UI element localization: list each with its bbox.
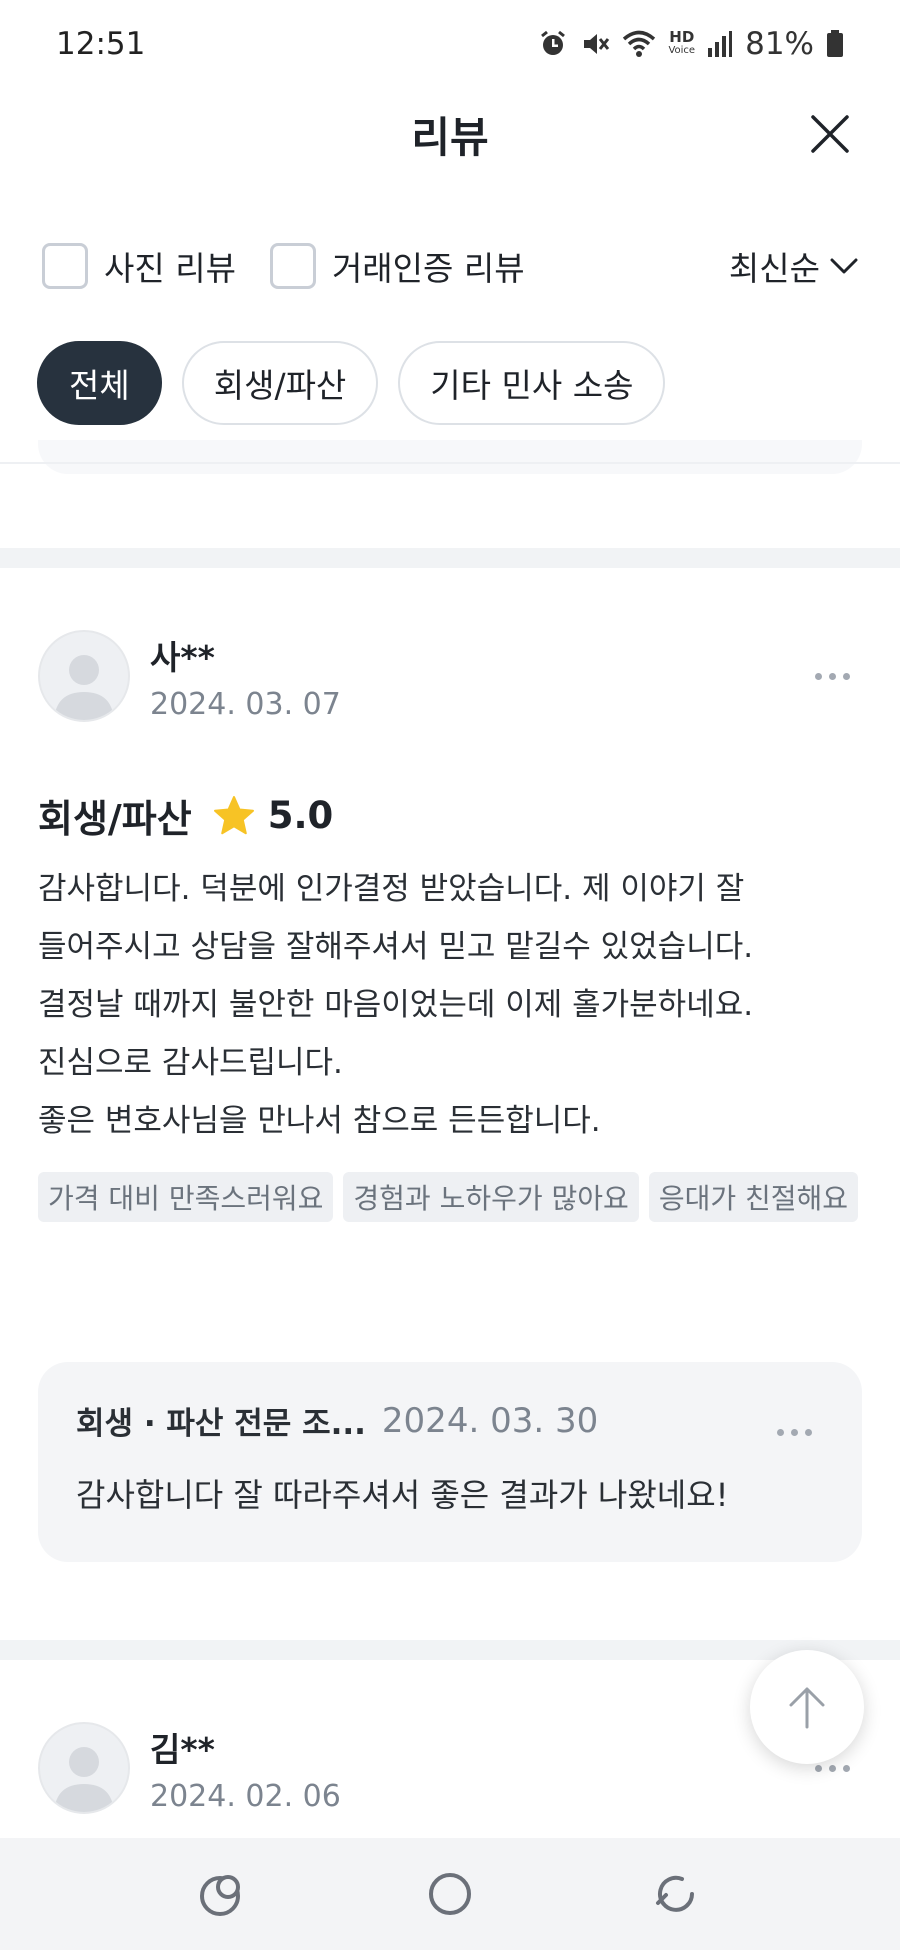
review-line: 들어주시고 상담을 잘해주셔서 믿고 맡길수 있었습니다. xyxy=(38,929,754,965)
photo-review-filter[interactable]: 사진 리뷰 xyxy=(42,242,236,290)
reply-author: 회생 · 파산 전문 조... xyxy=(76,1406,366,1442)
sort-label: 최신순 xyxy=(728,249,820,288)
review-line: 감사합니다. 덕분에 인가결정 받았습니다. 제 이야기 잘 xyxy=(38,871,745,907)
more-options-button[interactable] xyxy=(802,656,862,696)
review-tag: 응대가 친절해요 xyxy=(648,1172,859,1222)
reply-text: 감사합니다 잘 따라주셔서 좋은 결과가 나왔네요! xyxy=(76,1476,729,1514)
battery-percent: 81% xyxy=(745,26,814,62)
review-date: 2024. 02. 06 xyxy=(150,1778,341,1814)
rating-value: 5.0 xyxy=(267,794,334,837)
section-divider xyxy=(0,1640,900,1660)
page-title: 리뷰 xyxy=(411,112,489,162)
avatar xyxy=(38,630,130,722)
verified-review-label: 거래인증 리뷰 xyxy=(331,249,525,288)
review-card: 사** 2024. 03. 07 회생/파산 5.0 감사합니다. 덕분에 인가… xyxy=(0,630,900,1640)
hd-voice-icon: HD Voice xyxy=(668,28,696,57)
review-line: 좋은 변호사님을 만나서 참으로 든든합니다. xyxy=(38,1103,601,1139)
review-title-row: 회생/파산 5.0 xyxy=(38,788,333,843)
status-time: 12:51 xyxy=(56,26,146,62)
review-line: 진심으로 감사드립니다. xyxy=(38,1045,343,1081)
close-icon xyxy=(811,115,849,153)
reply-date: 2024. 03. 30 xyxy=(381,1400,599,1441)
review-date: 2024. 03. 07 xyxy=(150,686,341,722)
reply-box: 회생 · 파산 전문 조... 2024. 03. 30 감사합니다 잘 따라주… xyxy=(38,1362,862,1562)
more-dot-icon xyxy=(842,1764,850,1772)
alarm-icon xyxy=(541,30,566,55)
more-dot-icon xyxy=(842,672,850,680)
wifi-icon xyxy=(623,30,656,57)
signal-icon xyxy=(708,31,733,57)
reviewer-meta: 김** 2024. 02. 06 xyxy=(150,1723,341,1814)
verified-review-filter[interactable]: 거래인증 리뷰 xyxy=(269,242,525,290)
reply-more-options-button[interactable] xyxy=(764,1412,824,1452)
more-dot-icon xyxy=(790,1428,798,1436)
photo-review-checkbox[interactable] xyxy=(42,243,88,289)
review-tags: 가격 대비 만족스러워요 경험과 노하우가 많아요 응대가 친절해요 xyxy=(38,1172,868,1222)
back-button[interactable] xyxy=(642,1859,712,1929)
close-button[interactable] xyxy=(800,104,860,164)
status-bar: 12:51 HD Voice 81% xyxy=(0,0,900,88)
home-icon xyxy=(428,1873,471,1915)
more-dot-icon xyxy=(776,1428,784,1436)
chip-rehabilitation-bankruptcy[interactable]: 회생/파산 xyxy=(181,341,379,425)
review-tag: 경험과 노하우가 많아요 xyxy=(343,1172,639,1222)
category-chips: 전체 회생/파산 기타 민사 소송 xyxy=(0,340,900,426)
sort-dropdown[interactable]: 최신순 xyxy=(729,242,858,290)
rating: 5.0 xyxy=(212,794,334,837)
more-dot-icon xyxy=(828,1764,836,1772)
reviewer-row: 사** 2024. 03. 07 xyxy=(38,630,862,722)
more-dot-icon xyxy=(804,1428,812,1436)
navigation-bar xyxy=(0,1838,900,1950)
more-dot-icon xyxy=(814,672,822,680)
more-dot-icon xyxy=(814,1764,822,1772)
star-icon xyxy=(213,795,254,834)
reviewer-meta: 사** 2024. 03. 07 xyxy=(150,631,341,722)
arrow-up-icon xyxy=(789,1687,825,1729)
scroll-to-top-button[interactable] xyxy=(750,1650,864,1764)
chip-civil-litigation[interactable]: 기타 민사 소송 xyxy=(398,341,666,425)
verified-review-checkbox[interactable] xyxy=(269,243,316,289)
recent-apps-button[interactable] xyxy=(188,1859,258,1929)
filter-row: 사진 리뷰 거래인증 리뷰 최신순 xyxy=(0,232,900,300)
review-tag: 가격 대비 만족스러워요 xyxy=(38,1172,334,1222)
avatar xyxy=(38,1722,130,1814)
mute-icon xyxy=(584,34,610,54)
reviewer-name: 사** xyxy=(150,637,215,677)
user-icon xyxy=(54,655,114,720)
recent-apps-icon xyxy=(200,1875,241,1916)
battery-icon xyxy=(827,30,843,57)
previous-card-edge xyxy=(38,440,862,474)
chip-all[interactable]: 전체 xyxy=(37,341,162,425)
more-dot-icon xyxy=(828,672,836,680)
header-divider xyxy=(0,462,900,464)
reply-header: 회생 · 파산 전문 조... 2024. 03. 30 xyxy=(76,1398,836,1443)
back-icon xyxy=(655,1875,694,1912)
header: 리뷰 xyxy=(0,88,900,180)
user-icon xyxy=(54,1747,114,1812)
review-body: 감사합니다. 덕분에 인가결정 받았습니다. 제 이야기 잘 들어주시고 상담을… xyxy=(38,860,868,1150)
review-line: 결정날 때까지 불안한 마음이었는데 이제 홀가분하네요. xyxy=(38,987,754,1023)
photo-review-label: 사진 리뷰 xyxy=(104,249,236,288)
reviewer-name: 김** xyxy=(150,1729,215,1769)
status-icons: HD Voice 81% xyxy=(538,26,844,62)
voice-label: Voice xyxy=(668,45,696,56)
home-button[interactable] xyxy=(415,1859,485,1929)
hd-label: HD xyxy=(669,28,695,46)
review-category: 회생/파산 xyxy=(38,797,192,841)
reviewer-row: 김** 2024. 02. 06 xyxy=(38,1722,862,1814)
section-divider xyxy=(0,548,900,568)
chevron-down-icon xyxy=(830,258,858,274)
